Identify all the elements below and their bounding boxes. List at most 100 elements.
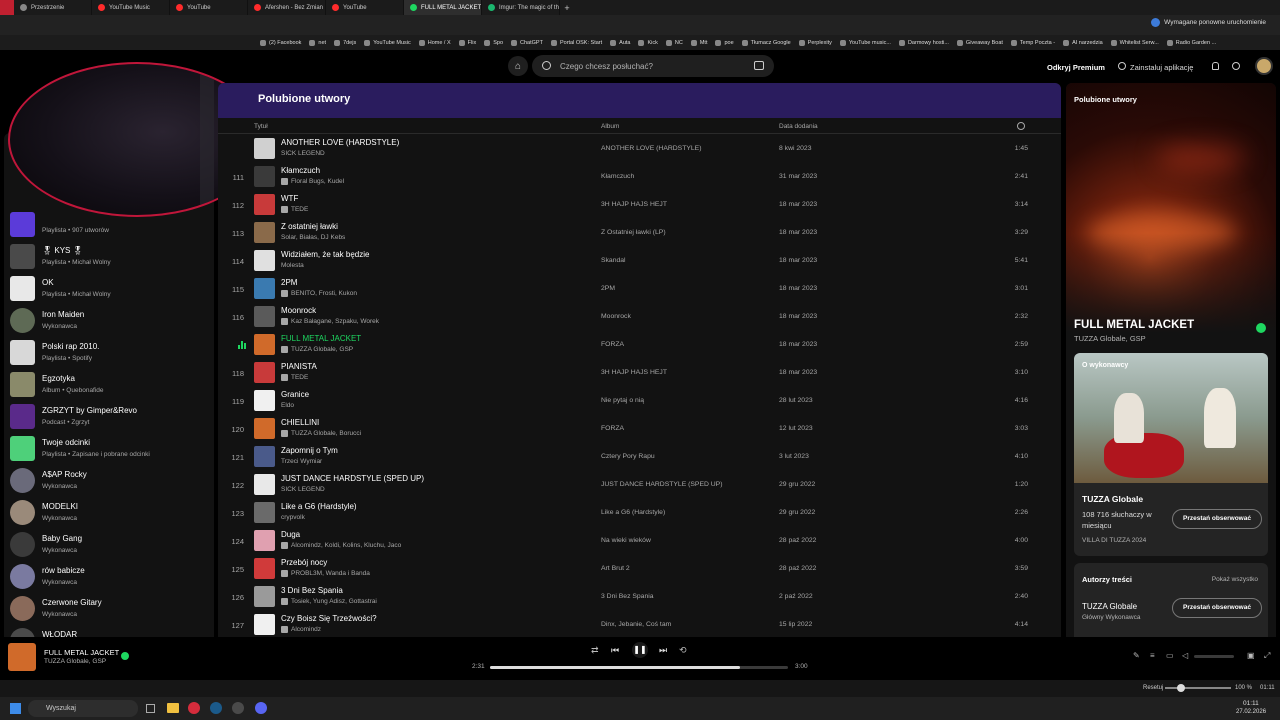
new-tab-button[interactable]: + xyxy=(560,3,574,13)
task-view-icon[interactable] xyxy=(146,704,155,713)
browser-tab[interactable]: Imgur: The magic of the Int xyxy=(482,0,560,15)
library-item[interactable]: Egzotyka Album • Quebonafide xyxy=(10,371,210,399)
browser-tab[interactable]: Przestrzenie xyxy=(14,0,92,15)
library-item[interactable]: ZGRZYT by Gimper&Revo Podcast • Zgrzyt xyxy=(10,403,210,431)
bookmark-item[interactable]: Perplexity xyxy=(798,39,832,46)
track-artist[interactable]: Eldo xyxy=(281,402,294,409)
library-item[interactable]: Baby Gang Wykonawca xyxy=(10,531,210,559)
credit-unfollow-button[interactable]: Przestań obserwować xyxy=(1172,598,1262,618)
track-title[interactable]: Przebój nocy xyxy=(281,558,327,567)
track-row[interactable]: 124 Duga Alcomindz, Koldi, Kolins, Kluch… xyxy=(218,527,1061,555)
column-title[interactable]: Tytuł xyxy=(254,123,268,130)
track-artist[interactable]: SICK LEGEND xyxy=(281,150,325,157)
miniplayer-icon[interactable]: ▣ xyxy=(1247,651,1255,660)
player-title[interactable]: FULL METAL JACKET xyxy=(44,648,119,657)
repeat-icon[interactable]: ⟲ xyxy=(679,645,687,656)
restart-notice[interactable]: Wymagane ponowne uruchomienie xyxy=(1151,18,1266,27)
library-item[interactable]: Twoje odcinki Playlista • Zapisane i pob… xyxy=(10,435,210,463)
search-input[interactable]: Czego chcesz posłuchać? xyxy=(532,55,774,77)
browse-icon[interactable] xyxy=(754,61,764,70)
bookmark-item[interactable]: YouTube Music xyxy=(364,39,411,46)
track-album[interactable]: Skandal xyxy=(601,257,626,264)
track-row[interactable]: 111 Kłamczuch Floral Bugs, Kudel Kłamczu… xyxy=(218,163,1061,191)
track-row[interactable]: 115 2PM BENITO, Frosti, Kukon 2PM 18 mar… xyxy=(218,275,1061,303)
track-row[interactable]: 116 Moonrock Kaz Bałagane, Szpaku, Worek… xyxy=(218,303,1061,331)
track-row[interactable]: 121 Zapomnij o Tym Trzeci Wymiar Cztery … xyxy=(218,443,1061,471)
bookmark-item[interactable]: Home / X xyxy=(418,39,451,46)
track-row[interactable]: 123 Like a G6 (Hardstyle) crypvolk Like … xyxy=(218,499,1061,527)
track-album[interactable]: Z Ostatniej ławki (LP) xyxy=(601,229,666,236)
track-artist[interactable]: Alcomindz, Koldi, Kolins, Kluchu, Jaco xyxy=(291,542,401,549)
file-explorer-icon[interactable] xyxy=(167,703,179,713)
bookmark-item[interactable]: Flix xyxy=(458,39,476,46)
taskbar-search[interactable]: Wyszukaj xyxy=(28,700,138,717)
track-album[interactable]: Like a G6 (Hardstyle) xyxy=(601,509,665,516)
volume-slider[interactable] xyxy=(1194,655,1234,658)
bookmark-item[interactable]: Kick xyxy=(638,39,658,46)
track-album[interactable]: JUST DANCE HARDSTYLE (SPED UP) xyxy=(601,481,722,488)
start-icon[interactable] xyxy=(10,703,21,714)
saved-icon[interactable] xyxy=(121,652,129,660)
track-row[interactable]: FULL METAL JACKET TUZZA Globale, GSP FOR… xyxy=(218,331,1061,359)
track-album[interactable]: 3H HAJP HAJS HEJT xyxy=(601,201,667,208)
friends-icon[interactable] xyxy=(1232,62,1240,70)
previous-icon[interactable]: ⏮ xyxy=(611,645,619,656)
bookmark-item[interactable]: Whitelist Serw... xyxy=(1110,39,1159,46)
track-artist[interactable]: Molesta xyxy=(281,262,304,269)
track-album[interactable]: Art Brut 2 xyxy=(601,565,630,572)
track-title[interactable]: Z ostatniej ławki xyxy=(281,222,338,231)
column-date[interactable]: Data dodania xyxy=(779,123,818,130)
track-album[interactable]: 3 Dni Bez Spania xyxy=(601,593,654,600)
now-playing-artists[interactable]: TUZZA Globale, GSP xyxy=(1074,334,1146,343)
bookmark-item[interactable]: Auta xyxy=(610,39,630,46)
browser-tab[interactable]: YouTube xyxy=(170,0,248,15)
track-title[interactable]: Like a G6 (Hardstyle) xyxy=(281,502,357,511)
bookmark-item[interactable]: net xyxy=(309,39,326,46)
player-cover[interactable] xyxy=(8,643,36,671)
track-album[interactable]: Kłamczuch xyxy=(601,173,634,180)
next-icon[interactable]: ⏭ xyxy=(659,645,667,656)
bookmark-item[interactable]: Mtt xyxy=(690,39,707,46)
track-row[interactable]: 112 WTF TEDE 3H HAJP HAJS HEJT 18 mar 20… xyxy=(218,191,1061,219)
library-item[interactable]: A$AP Rocky Wykonawca xyxy=(10,467,210,495)
home-button[interactable]: ⌂ xyxy=(508,56,528,76)
library-item[interactable]: rów babicze Wykonawca xyxy=(10,563,210,591)
track-title[interactable]: Czy Boisz Się Trzeźwości? xyxy=(281,614,377,623)
track-row[interactable]: 125 Przebój nocy PROBL3M, Wanda i Banda … xyxy=(218,555,1061,583)
bookmark-item[interactable]: Temp Poczta - xyxy=(1010,39,1055,46)
browser-tab[interactable]: YouTube Music xyxy=(92,0,170,15)
bookmark-item[interactable]: AI narzedzia xyxy=(1063,39,1103,46)
track-artist[interactable]: Solar, Białas, DJ Kebs xyxy=(281,234,345,241)
bookmark-item[interactable]: NC xyxy=(665,39,683,46)
track-artist[interactable]: TUZZA Globale, Borucci xyxy=(291,430,361,437)
bookmark-item[interactable]: (2) Facebook xyxy=(260,39,301,46)
app-icon[interactable] xyxy=(232,702,244,714)
column-album[interactable]: Album xyxy=(601,123,619,130)
track-row[interactable]: 119 Granice Eldo Nie pytaj o nią 28 lut … xyxy=(218,387,1061,415)
library-item[interactable]: Polski rap 2010. Playlista • Spotify xyxy=(10,339,210,367)
track-album[interactable]: FORZA xyxy=(601,425,624,432)
track-album[interactable]: 2PM xyxy=(601,285,615,292)
track-title[interactable]: 3 Dni Bez Spania xyxy=(281,586,343,595)
track-title[interactable]: ANOTHER LOVE (HARDSTYLE) xyxy=(281,138,399,147)
track-artist[interactable]: TEDE xyxy=(291,206,308,213)
track-album[interactable]: ANOTHER LOVE (HARDSTYLE) xyxy=(601,145,701,152)
player-artists[interactable]: TUZZA Globale, GSP xyxy=(44,658,106,665)
bookmark-item[interactable]: poe xyxy=(715,39,734,46)
bookmark-item[interactable]: Darmowy hosti... xyxy=(898,39,949,46)
browser-tab[interactable]: Afershen - Bez Zmian - You xyxy=(248,0,326,15)
notifications-icon[interactable] xyxy=(1212,62,1219,70)
pause-button[interactable]: ❚❚ xyxy=(632,642,648,658)
track-artist[interactable]: TUZZA Globale, GSP xyxy=(291,346,353,353)
vivaldi-menu-icon[interactable] xyxy=(0,0,14,15)
track-title[interactable]: JUST DANCE HARDSTYLE (SPED UP) xyxy=(281,474,424,483)
shuffle-icon[interactable]: ⇄ xyxy=(591,645,599,656)
artist-name[interactable]: TUZZA Globale xyxy=(1082,494,1143,504)
lyrics-icon[interactable]: ✎ xyxy=(1133,651,1140,660)
queue-icon[interactable]: ≡ xyxy=(1150,651,1155,660)
saved-check-icon[interactable] xyxy=(1256,323,1266,333)
track-title[interactable]: Moonrock xyxy=(281,306,316,315)
bookmark-item[interactable]: Portal OSK: Start xyxy=(550,39,602,46)
track-artist[interactable]: TEDE xyxy=(291,374,308,381)
track-artist[interactable]: Kaz Bałagane, Szpaku, Worek xyxy=(291,318,379,325)
